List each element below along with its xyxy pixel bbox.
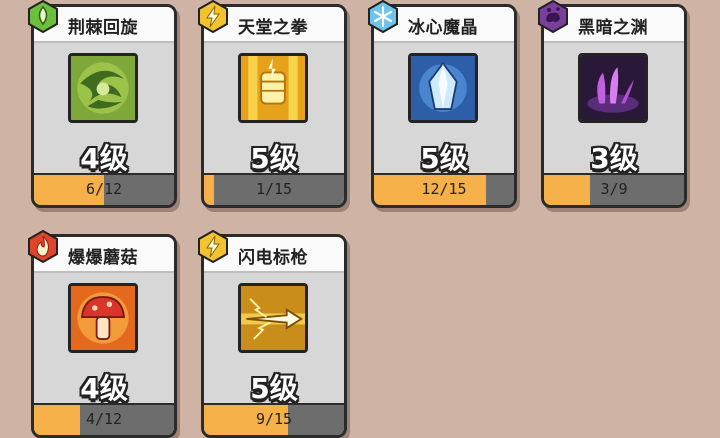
card-body: 3级 xyxy=(544,41,684,181)
skill-card-ice-crystal[interactable]: 冰心魔晶 5级 12/15 xyxy=(371,4,517,208)
fire-icon xyxy=(28,230,58,263)
progress-text: 12/15 xyxy=(421,180,467,198)
progress-text: 4/12 xyxy=(85,410,123,428)
progress-bar: 12/15 xyxy=(374,173,514,205)
card-body: 4级 xyxy=(34,41,174,181)
lightning-icon xyxy=(198,230,228,263)
skill-card-explosive-mushroom[interactable]: 爆爆蘑菇 4级 4/12 xyxy=(31,234,177,438)
skill-name: 黑暗之渊 xyxy=(578,18,648,38)
level-label: 3级 xyxy=(590,142,638,175)
progress-bar: 9/15 xyxy=(204,403,344,435)
skill-card-lightning-javelin[interactable]: 闪电标枪 5级 9/15 xyxy=(201,234,347,438)
dark-splash-icon xyxy=(538,0,568,33)
skill-name: 荆棘回旋 xyxy=(68,18,138,38)
level-label: 5级 xyxy=(420,142,468,175)
skill-name: 闪电标枪 xyxy=(238,248,308,268)
skill-name: 冰心魔晶 xyxy=(408,18,478,38)
lightning-javelin-icon xyxy=(238,283,308,353)
level-label: 4级 xyxy=(80,142,128,175)
skill-card-dark-abyss[interactable]: 黑暗之渊 3级 3/9 xyxy=(541,4,687,208)
skill-card-thorn-whirl[interactable]: 荆棘回旋 4级 6/12 xyxy=(31,4,177,208)
progress-text: 1/15 xyxy=(255,180,293,198)
lightning-icon xyxy=(198,0,228,33)
progress-bar: 4/12 xyxy=(34,403,174,435)
ice-crystal-icon xyxy=(408,53,478,123)
card-body: 4级 xyxy=(34,271,174,411)
skill-card-heaven-fist[interactable]: 天堂之拳 5级 1/15 xyxy=(201,4,347,208)
skill-name: 爆爆蘑菇 xyxy=(68,248,138,268)
explosive-mushroom-icon xyxy=(68,283,138,353)
thorn-whirl-icon xyxy=(68,53,138,123)
card-body: 5级 xyxy=(204,271,344,411)
card-body: 5级 xyxy=(374,41,514,181)
dark-abyss-icon xyxy=(578,53,648,123)
level-label: 5级 xyxy=(250,372,298,405)
progress-bar: 1/15 xyxy=(204,173,344,205)
level-label: 5级 xyxy=(250,142,298,175)
leaf-drop-icon xyxy=(28,0,58,33)
progress-text: 3/9 xyxy=(600,180,628,198)
heaven-fist-icon xyxy=(238,53,308,123)
progress-bar: 6/12 xyxy=(34,173,174,205)
level-label: 4级 xyxy=(80,372,128,405)
progress-text: 6/12 xyxy=(85,180,123,198)
progress-bar: 3/9 xyxy=(544,173,684,205)
card-body: 5级 xyxy=(204,41,344,181)
progress-text: 9/15 xyxy=(255,410,293,428)
snowflake-icon xyxy=(368,0,398,33)
skill-name: 天堂之拳 xyxy=(238,18,308,38)
